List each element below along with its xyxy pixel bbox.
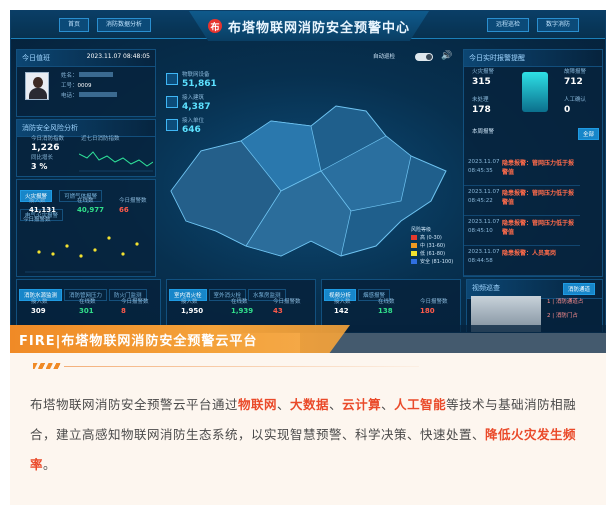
risk-panel: 消防安全风险分析 今日消防指数 1,226 同比增长 3 % 近七日消防指数 (16, 119, 156, 177)
home-button[interactable]: 首页 (59, 18, 90, 32)
fire-stat-alarms: 今日报警数 66 (119, 198, 147, 214)
duty-panel: 今日值班 2023.11.07 08:48:05 姓名： 工号：0009 电话： (16, 49, 156, 117)
alarm-title: 今日实时报警提醒 (464, 50, 602, 67)
duty-datetime: 2023.11.07 08:48:05 (86, 53, 150, 60)
video-access: 接入数 142 (334, 299, 351, 315)
water-access: 接入数 309 (31, 299, 48, 315)
hydrant-access: 接入数 1,950 (181, 299, 204, 315)
alarm-count-pending: 未处理 178 (472, 97, 491, 115)
risk-trend-chart (79, 151, 153, 172)
avatar (25, 72, 49, 100)
data-analysis-button[interactable]: 消防数据分析 (97, 18, 152, 32)
risk-index-value: 1,226 (31, 143, 60, 153)
duty-id-row: 工号：0009 (61, 83, 92, 89)
decor-rule (64, 366, 419, 367)
hydrant-online: 在线数 1,939 (231, 299, 254, 315)
video-patrol-title: 视频巡查 (472, 284, 500, 292)
duty-title: 今日值班 (22, 54, 50, 62)
banner: FIRE|布塔物联网消防安全预警云平台 (10, 325, 350, 353)
bottom-panel-hydrant: 室内消火栓 室外消火栓 水泵房监测 接入数 1,950 在线数 1,939 今日报警数 4… (166, 279, 316, 332)
video-online: 在线数 138 (378, 299, 395, 315)
risk-ratio-value: 3 % (31, 162, 48, 171)
fire-stat-online: 在线数 40,977 (77, 198, 105, 214)
fire-scatter-chart (25, 236, 151, 273)
keyword-cloud: 云计算 (342, 398, 382, 412)
decor-stripes (33, 363, 61, 369)
page-stage: 首页 消防数据分析 布 布塔物联网消防安全预警中心 远程巡检 数字消防 今日值班… (0, 0, 616, 514)
alarm-count-fire: 火灾报警 315 (472, 69, 495, 87)
water-online: 在线数 301 (79, 299, 96, 315)
all-alarms-button[interactable]: 全部 (578, 128, 600, 140)
fire-alarm-panel: 火灾报警 可燃气体报警 电气火灾报警 接入数 41,131 在线数 40,977… (16, 179, 156, 277)
volume-icon[interactable]: 🔊 (441, 51, 452, 61)
building-3d-icon (522, 72, 548, 112)
bottom-panel-water: 消防水源监测 消防管网压力 防火门监测 接入数 309 在线数 301 今日报警数 8 (16, 279, 161, 332)
video-alarms: 今日报警数 180 (420, 299, 448, 315)
list-item[interactable]: 2023.11.07 08:45:35 隐患报警：管网压力低于报警值 (464, 156, 580, 186)
page-title: 布塔物联网消防安全预警中心 (227, 20, 410, 36)
hydrant-alarms: 今日报警数 43 (273, 299, 301, 315)
alarm-count-fault: 故障报警 712 (564, 69, 587, 87)
fire-stat-access: 接入数 41,131 (29, 198, 57, 214)
banner-title: FIRE|布塔物联网消防安全预警云平台 (19, 333, 258, 349)
brand-logo-icon: 布 (207, 19, 222, 33)
auto-inspect-toggle[interactable] (415, 53, 433, 61)
auto-inspect-label: 自动巡检 (373, 54, 396, 60)
description-paragraph: 布塔物联网消防安全预警云平台通过物联网、大数据、云计算、人工智能等技术与基础消防… (30, 398, 577, 472)
remote-inspection-button[interactable]: 远程巡检 (487, 18, 530, 32)
digital-fire-button[interactable]: 数字消防 (537, 18, 580, 32)
list-item[interactable]: 2023.11.07 08:45:22 隐患报警：管网压力低于报警值 (464, 186, 580, 216)
tab-fire-passage[interactable]: 消防通道 (562, 283, 595, 295)
title-bar: 布 布塔物联网消防安全预警中心 (189, 11, 429, 41)
duty-name-row: 姓名： (61, 72, 114, 81)
dashboard-screen: 首页 消防数据分析 布 布塔物联网消防安全预警中心 远程巡检 数字消防 今日值班… (10, 10, 606, 333)
duty-phone-row: 电话： (61, 92, 118, 101)
keyword-iot: 物联网 (238, 398, 278, 412)
top-bar: 首页 消防数据分析 布 布塔物联网消防安全预警中心 远程巡检 数字消防 (11, 11, 605, 41)
video-label-1[interactable]: 1 | 消防通道占 (547, 298, 583, 307)
legend-medium: 中 (31-60) (411, 241, 461, 249)
list-item[interactable]: 2023.11.07 08:44:58 隐患报警：人员离岗 (464, 246, 580, 276)
keyword-bigdata: 大数据 (290, 398, 330, 412)
water-alarms: 今日报警数 8 (121, 299, 149, 315)
alarm-subtitle: 本周报警 (472, 129, 495, 135)
alarm-count-confirm: 人工确认 0 (564, 97, 587, 115)
legend-title: 风险等级 (411, 226, 432, 233)
risk-legend: 风险等级 高 (0-30) 中 (31-60) 低 (61-80) 安全 (81… (411, 225, 461, 265)
legend-high: 高 (0-30) (411, 233, 461, 241)
legend-low: 低 (61-80) (411, 249, 461, 257)
risk-chart-label: 近七日消防指数 (81, 136, 120, 142)
duty-header: 今日值班 2023.11.07 08:48:05 (17, 50, 155, 67)
list-item[interactable]: 2023.11.07 08:45:10 隐患报警：管网压力低于报警值 (464, 216, 580, 246)
video-label-2[interactable]: 2 | 消防门占 (547, 312, 578, 321)
keyword-ai: 人工智能 (394, 398, 447, 412)
alarm-panel: 今日实时报警提醒 火灾报警 315 故障报警 712 未处理 178 人工确认 0 本周… (463, 49, 603, 277)
legend-safe: 安全 (81-100) (411, 257, 461, 265)
